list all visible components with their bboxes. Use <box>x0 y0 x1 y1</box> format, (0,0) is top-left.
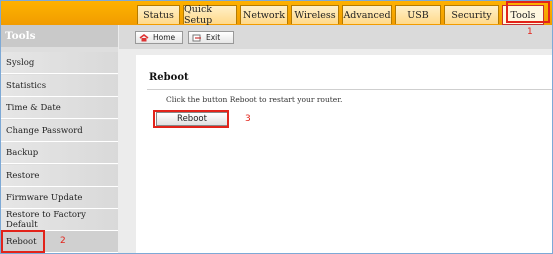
sidebar-item-change-password[interactable]: Change Password <box>1 120 118 142</box>
sidebar-item-statistics[interactable]: Statistics <box>1 75 118 97</box>
reboot-description: Click the button Reboot to restart your … <box>166 95 343 104</box>
page-title: Reboot <box>149 72 189 83</box>
sidebar-item-firmware-update[interactable]: Firmware Update <box>1 187 118 209</box>
home-button[interactable]: Home <box>135 31 183 44</box>
sidebar-item-syslog[interactable]: Syslog <box>1 52 118 74</box>
top-nav-bar: Status Quick Setup Network Wireless Adva… <box>1 1 552 26</box>
tab-quick-setup[interactable]: Quick Setup <box>183 4 237 26</box>
step-1-label: 1 <box>527 27 533 37</box>
exit-label: Exit <box>206 33 221 42</box>
tab-wireless[interactable]: Wireless <box>291 5 339 24</box>
sidebar: Tools Syslog Statistics Time & Date Chan… <box>1 25 118 253</box>
sidebar-item-time-date[interactable]: Time & Date <box>1 97 118 119</box>
toolbar: Home Exit <box>119 25 552 49</box>
tab-security[interactable]: Security <box>444 5 499 24</box>
sidebar-title: Tools <box>1 25 118 47</box>
title-divider <box>147 89 552 90</box>
router-admin-window: Status Quick Setup Network Wireless Adva… <box>0 0 553 254</box>
home-label: Home <box>153 33 176 42</box>
sidebar-item-restore[interactable]: Restore <box>1 165 118 187</box>
tab-usb[interactable]: USB <box>395 5 441 24</box>
tab-advanced[interactable]: Advanced <box>342 5 392 24</box>
tab-network[interactable]: Network <box>240 5 288 24</box>
tab-tools[interactable]: Tools <box>502 5 544 25</box>
main-tabs: Status Quick Setup Network Wireless Adva… <box>137 4 547 26</box>
step-3-label: 3 <box>245 114 251 124</box>
step-2-label: 2 <box>60 236 66 246</box>
tab-status[interactable]: Status <box>137 5 180 24</box>
sidebar-item-backup[interactable]: Backup <box>1 142 118 164</box>
exit-icon <box>192 34 202 42</box>
home-icon <box>139 33 149 42</box>
main-panel: Reboot Click the button Reboot to restar… <box>136 55 552 253</box>
sidebar-item-factory-default[interactable]: Restore to Factory Default <box>1 209 118 231</box>
reboot-button[interactable]: Reboot <box>156 112 228 126</box>
exit-button[interactable]: Exit <box>188 31 234 44</box>
